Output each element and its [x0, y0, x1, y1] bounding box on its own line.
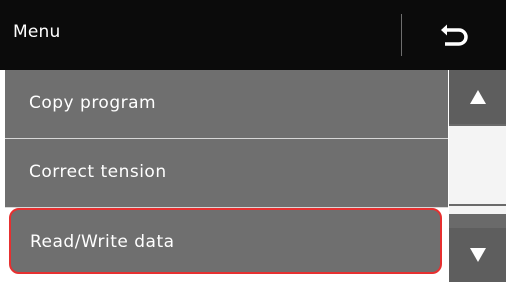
menu-list: Copy program Correct tension Read/Write …: [0, 70, 449, 282]
triangle-up-icon: [470, 90, 486, 104]
scroll-track-gap: [449, 206, 506, 214]
scroll-up-button[interactable]: [449, 70, 506, 124]
menu-item-read-write-data[interactable]: Read/Write data: [9, 208, 442, 274]
return-arrow-icon: [441, 24, 468, 46]
menu-item-label: Read/Write data: [30, 232, 175, 252]
menu-item-label: Correct tension: [29, 162, 167, 182]
scrollbar: [449, 70, 506, 282]
header-bar: Menu: [0, 0, 506, 70]
scroll-thumb[interactable]: [449, 126, 506, 204]
menu-item-correct-tension[interactable]: Correct tension: [5, 139, 448, 208]
triangle-down-icon: [470, 248, 486, 262]
menu-screen: Menu Copy program Correct tension Read/W…: [0, 0, 506, 282]
back-button[interactable]: [402, 0, 506, 70]
menu-item-label: Copy program: [29, 93, 157, 113]
scroll-down-button[interactable]: [449, 228, 506, 282]
page-title: Menu: [13, 22, 61, 42]
menu-item-copy-program[interactable]: Copy program: [5, 70, 448, 139]
